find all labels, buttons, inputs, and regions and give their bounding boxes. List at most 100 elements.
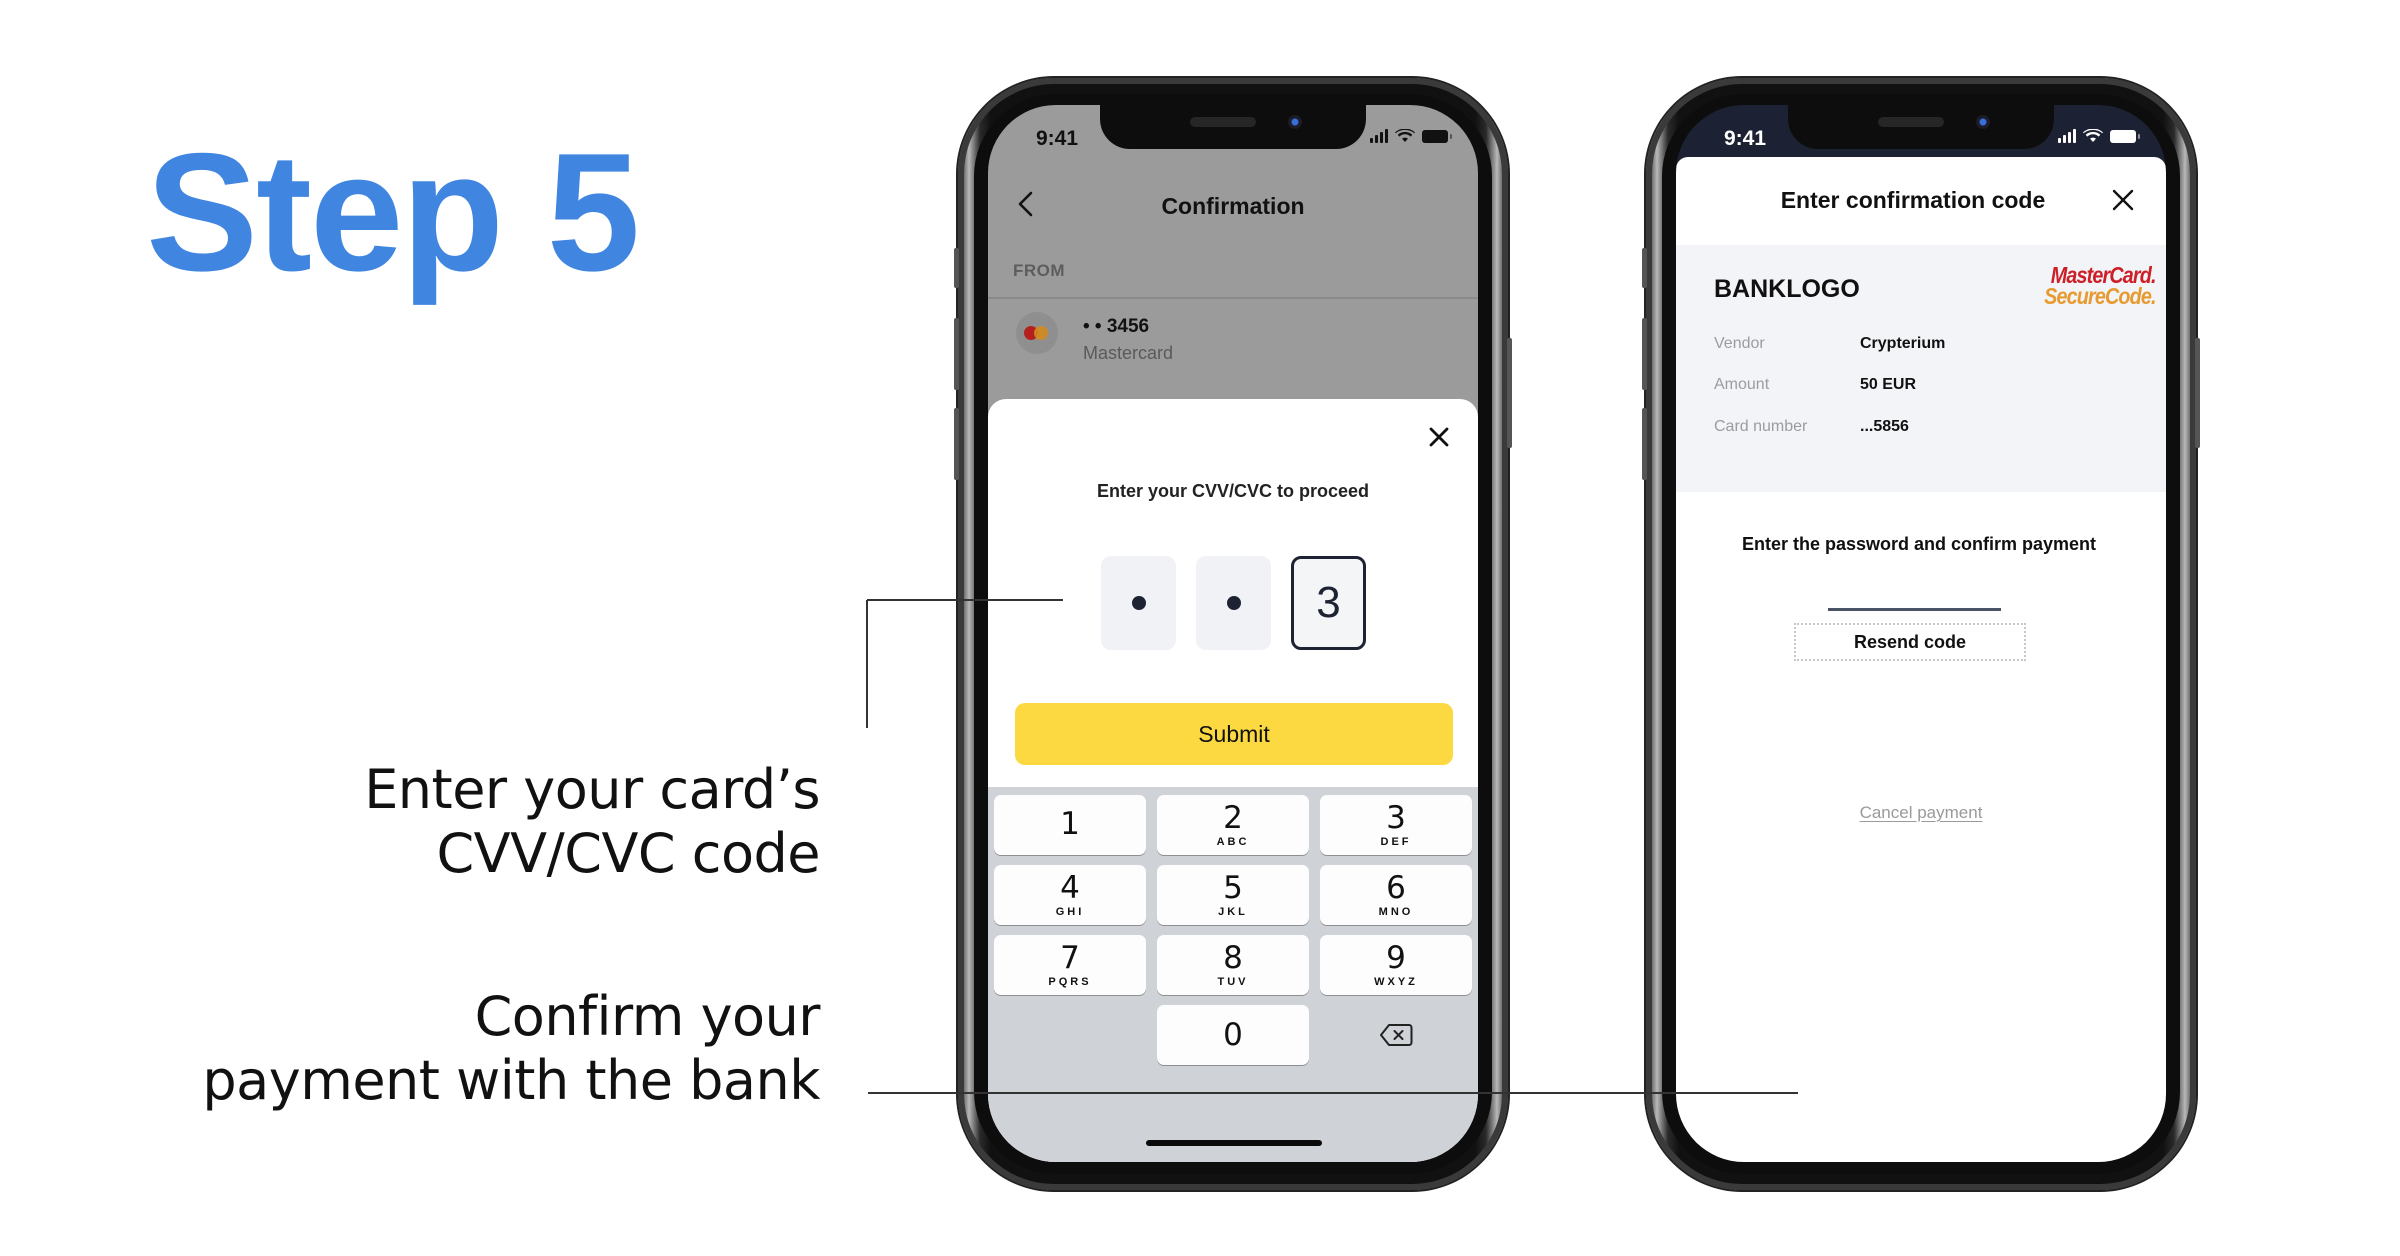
resend-code-button[interactable]: Resend code	[1794, 623, 2026, 661]
card-number: • • 3456	[1083, 316, 1150, 337]
key-letters: TUV	[1217, 975, 1249, 988]
volume-down-button	[1642, 408, 1647, 480]
wifi-icon	[1395, 129, 1415, 142]
key-digit: 7	[1060, 939, 1080, 976]
annotation-bank-confirm: Confirm your payment with the bank	[202, 985, 820, 1113]
camera	[1976, 115, 1990, 129]
power-button	[2195, 338, 2200, 448]
key-digit: 8	[1223, 939, 1243, 976]
key-digit: 3	[1386, 799, 1406, 836]
annotation-cvv: Enter your card’s CVV/CVC code	[364, 758, 820, 886]
key-9[interactable]: 9 WXYZ	[1320, 935, 1472, 995]
from-label: FROM	[1013, 261, 1066, 280]
masked-digit-dot	[1131, 596, 1146, 610]
numeric-keypad: 1 2 ABC 3 DEF 4 GHI 5 JKL 6 MNO 7 PQRS 8 TUV 9W…	[988, 787, 1478, 1162]
screen-confirmation: 9:41 Confirmation FROM • • 3456 Masterca…	[988, 105, 1478, 1162]
delete-key[interactable]	[1320, 1005, 1472, 1065]
key-0[interactable]: 0	[1157, 1005, 1309, 1065]
password-input[interactable]	[1828, 585, 2001, 611]
key-letters: JKL	[1218, 905, 1248, 918]
confirmation-code-page: Enter confirmation code BANKLOGO MasterC…	[1676, 157, 2166, 1162]
key-2[interactable]: 2 ABC	[1157, 795, 1309, 855]
annotation-line: Confirm your	[474, 985, 821, 1048]
backspace-icon	[1380, 1024, 1413, 1046]
home-indicator	[1146, 1140, 1322, 1146]
key-letters: DEF	[1380, 835, 1412, 848]
logo-line-securecode: SecureCode.	[2044, 283, 2157, 309]
key-1[interactable]: 1	[994, 795, 1146, 855]
power-button	[1507, 338, 1512, 448]
mute-switch	[954, 248, 959, 288]
status-icons	[1370, 129, 1452, 143]
close-icon[interactable]	[2110, 187, 2136, 213]
key-digit: 6	[1386, 869, 1406, 906]
annotation-line: payment with the bank	[202, 1049, 820, 1112]
key-digit: 1	[1060, 805, 1080, 842]
cvv-digit-2[interactable]	[1196, 556, 1271, 650]
volume-up-button	[1642, 318, 1647, 390]
detail-label: Amount	[1714, 376, 1770, 393]
detail-row-card-number: Card number ...5856	[1714, 418, 1909, 436]
mastercard-icon	[1016, 312, 1058, 354]
cvv-prompt: Enter your CVV/CVC to proceed	[1096, 481, 1370, 501]
annotation-line: Enter your card’s	[364, 758, 820, 821]
phone-bank-confirmation: 9:41 Enter confirmation code BANKLOGO Ma…	[1642, 78, 2200, 1190]
key-digit: 2	[1223, 799, 1243, 836]
status-time: 9:41	[1724, 127, 1767, 150]
key-digit: 9	[1386, 939, 1406, 976]
key-letters: GHI	[1055, 905, 1085, 918]
status-icons	[2058, 129, 2140, 143]
key-letters: WXYZ	[1374, 975, 1418, 988]
battery-icon	[2110, 130, 2140, 143]
divider	[988, 297, 1478, 299]
key-digit: 5	[1223, 869, 1243, 906]
submit-button[interactable]: Submit	[1015, 703, 1453, 765]
cvv-bottom-sheet: Enter your CVV/CVC to proceed 3 Submit 1…	[988, 399, 1478, 1162]
key-letters: ABC	[1216, 835, 1250, 848]
step-title: Step 5	[146, 118, 640, 306]
notch	[1100, 105, 1366, 149]
detail-row-vendor: Vendor Crypterium	[1714, 335, 1945, 353]
bank-logo: BANKLOGO	[1714, 275, 1860, 303]
password-prompt: Enter the password and confirm payment	[1741, 534, 2097, 554]
key-7[interactable]: 7 PQRS	[994, 935, 1146, 995]
detail-label: Card number	[1714, 418, 1808, 435]
key-letters: MNO	[1378, 905, 1414, 918]
key-digit: 0	[1223, 1016, 1243, 1053]
status-time: 9:41	[1036, 127, 1079, 150]
cvv-digit-1[interactable]	[1101, 556, 1176, 650]
detail-value: ...5856	[1860, 418, 1909, 435]
phone-cvv-entry: 9:41 Confirmation FROM • • 3456 Masterca…	[954, 78, 1512, 1190]
key-3[interactable]: 3 DEF	[1320, 795, 1472, 855]
screen-3ds-confirmation: 9:41 Enter confirmation code BANKLOGO Ma…	[1676, 105, 2166, 1162]
mute-switch	[1642, 248, 1647, 288]
detail-value: Crypterium	[1860, 335, 1946, 352]
key-8[interactable]: 8 TUV	[1157, 935, 1309, 995]
key-digit: 4	[1060, 869, 1080, 906]
volume-down-button	[954, 408, 959, 480]
connector-line-cvv-vertical	[866, 600, 868, 728]
detail-value: 50 EUR	[1860, 376, 1917, 393]
wifi-icon	[2083, 129, 2103, 142]
card-type: Mastercard	[1083, 343, 1174, 363]
camera	[1288, 115, 1302, 129]
cancel-payment-link[interactable]: Cancel payment	[1676, 803, 2166, 823]
page-title: Enter confirmation code	[1780, 187, 2046, 213]
key-6[interactable]: 6 MNO	[1320, 865, 1472, 925]
masked-digit-dot	[1226, 596, 1241, 610]
cellular-signal-icon	[1370, 129, 1388, 143]
key-letters: PQRS	[1048, 975, 1092, 988]
detail-label: Vendor	[1714, 335, 1765, 352]
key-4[interactable]: 4 GHI	[994, 865, 1146, 925]
battery-icon	[1422, 130, 1452, 143]
key-5[interactable]: 5 JKL	[1157, 865, 1309, 925]
cellular-signal-icon	[2058, 129, 2076, 143]
cvv-input[interactable]: 3	[1101, 556, 1366, 650]
detail-row-amount: Amount 50 EUR	[1714, 376, 1916, 394]
speaker	[1190, 117, 1256, 127]
cvv-digit-3[interactable]: 3	[1291, 556, 1366, 650]
volume-up-button	[954, 318, 959, 390]
page-title: Confirmation	[1161, 193, 1305, 219]
close-icon[interactable]	[1426, 424, 1452, 450]
notch	[1788, 105, 2054, 149]
